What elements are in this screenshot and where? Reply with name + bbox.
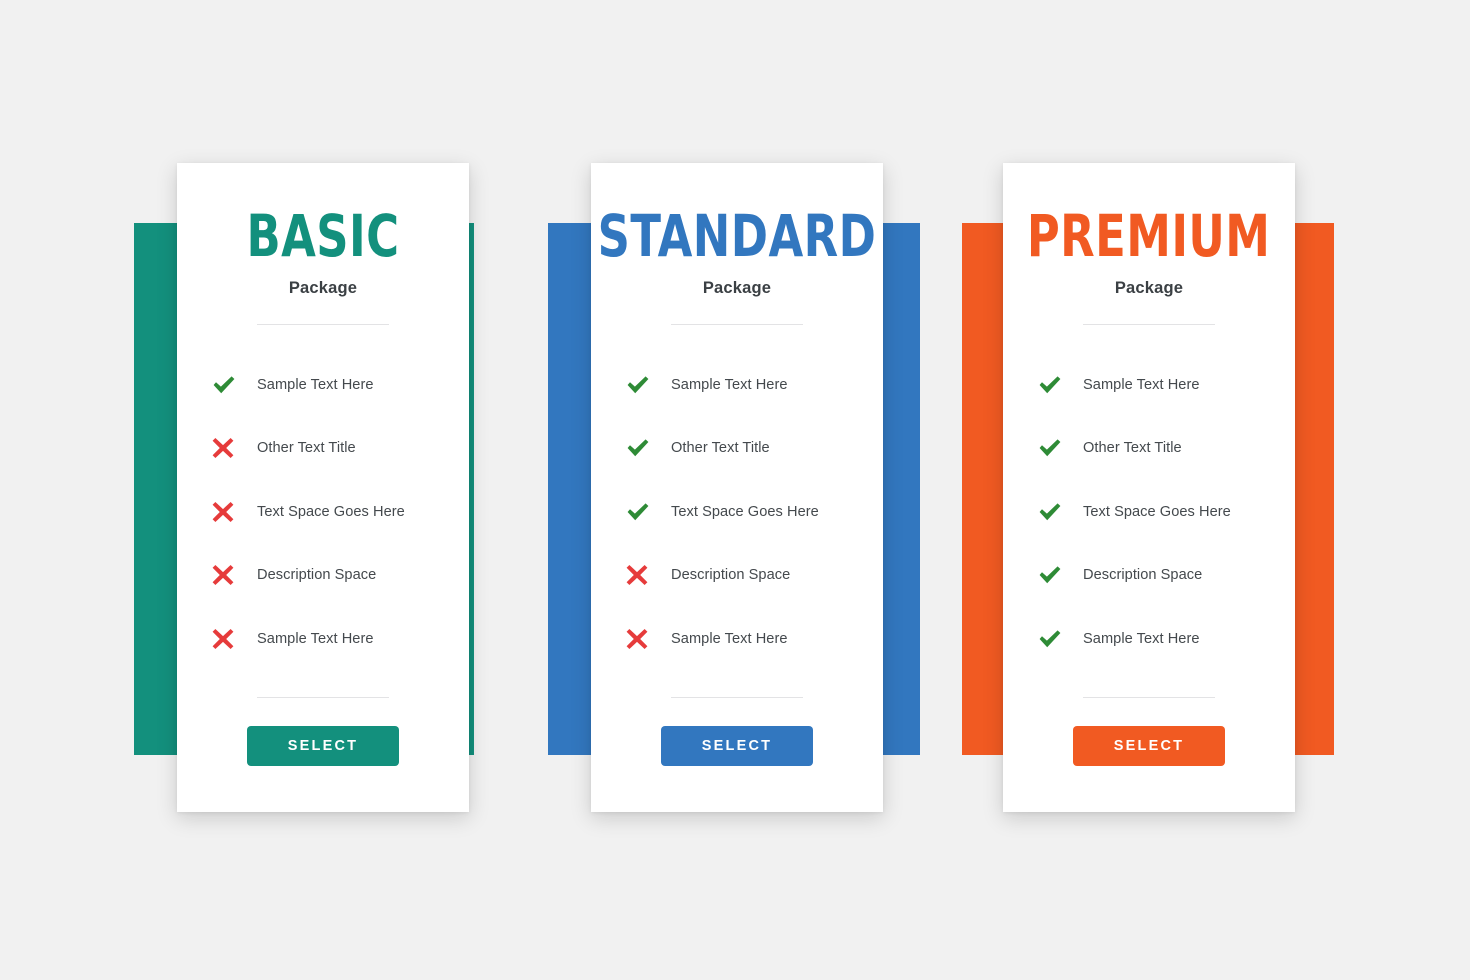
bottom-divider [257, 696, 389, 698]
plan-subtitle: Package [702, 279, 772, 297]
pricing-table: BASIC Package Sample Text Here Other Text T… [0, 0, 1470, 980]
feature-label: Other Text Title [1083, 440, 1182, 457]
feature-label: Sample Text Here [257, 376, 374, 393]
plan-card: BASIC Package Sample Text Here Other Text T… [177, 163, 469, 812]
check-icon [1037, 626, 1083, 652]
check-icon [1037, 372, 1083, 398]
check-icon [625, 499, 671, 525]
feature-item: Sample Text Here [591, 607, 883, 671]
plan-card: STANDARD Package Sample Text Here Other Tex… [591, 163, 883, 812]
check-icon [625, 435, 671, 461]
bottom-divider [1083, 696, 1215, 698]
feature-label: Description Space [1083, 567, 1203, 584]
plan-subtitle: Package [288, 279, 358, 297]
top-divider [671, 324, 803, 325]
feature-item: Sample Text Here [1003, 607, 1295, 671]
plan-title: PREMIUM [1027, 202, 1271, 270]
feature-label: Sample Text Here [1083, 376, 1200, 393]
check-icon [625, 372, 671, 398]
top-divider [1083, 324, 1215, 325]
feature-label: Text Space Goes Here [1083, 503, 1231, 520]
feature-label: Description Space [671, 567, 791, 584]
select-button[interactable]: SELECT [247, 725, 399, 766]
check-icon [211, 372, 257, 398]
plan-card: PREMIUM Package Sample Text Here Other Text… [1003, 163, 1295, 812]
feature-item: Sample Text Here [591, 353, 883, 417]
feature-item: Text Space Goes Here [591, 480, 883, 544]
check-icon [1037, 499, 1083, 525]
select-button[interactable]: SELECT [1073, 725, 1225, 766]
feature-label: Sample Text Here [671, 630, 788, 647]
cross-icon [625, 627, 671, 651]
check-icon [1037, 562, 1083, 588]
feature-label: Sample Text Here [1083, 630, 1200, 647]
feature-item: Other Text Title [1003, 417, 1295, 481]
feature-label: Sample Text Here [671, 376, 788, 393]
feature-item: Description Space [177, 544, 469, 608]
feature-item: Sample Text Here [1003, 353, 1295, 417]
plan-subtitle: Package [1114, 279, 1184, 297]
feature-item: Sample Text Here [177, 353, 469, 417]
check-icon [1037, 435, 1083, 461]
bottom-divider [671, 696, 803, 698]
cross-icon [211, 627, 257, 651]
feature-label: Description Space [257, 567, 377, 584]
select-button[interactable]: SELECT [661, 725, 813, 766]
top-divider [257, 324, 389, 325]
feature-label: Other Text Title [671, 440, 770, 457]
feature-label: Text Space Goes Here [257, 503, 405, 520]
feature-item: Other Text Title [591, 417, 883, 481]
feature-list: Sample Text Here Other Text Title Text Spa… [177, 353, 469, 671]
feature-item: Other Text Title [177, 417, 469, 481]
feature-label: Other Text Title [257, 440, 356, 457]
feature-label: Sample Text Here [257, 630, 374, 647]
cross-icon [211, 500, 257, 524]
feature-item: Text Space Goes Here [1003, 480, 1295, 544]
feature-list: Sample Text Here Other Text Title Text Spa… [591, 353, 883, 671]
feature-item: Description Space [591, 544, 883, 608]
cross-icon [625, 563, 671, 587]
feature-item: Text Space Goes Here [177, 480, 469, 544]
cross-icon [211, 563, 257, 587]
feature-list: Sample Text Here Other Text Title Text Spa… [1003, 353, 1295, 671]
cross-icon [211, 436, 257, 460]
plan-title: BASIC [246, 202, 400, 270]
feature-item: Description Space [1003, 544, 1295, 608]
feature-item: Sample Text Here [177, 607, 469, 671]
plan-title: STANDARD [597, 202, 877, 270]
feature-label: Text Space Goes Here [671, 503, 819, 520]
